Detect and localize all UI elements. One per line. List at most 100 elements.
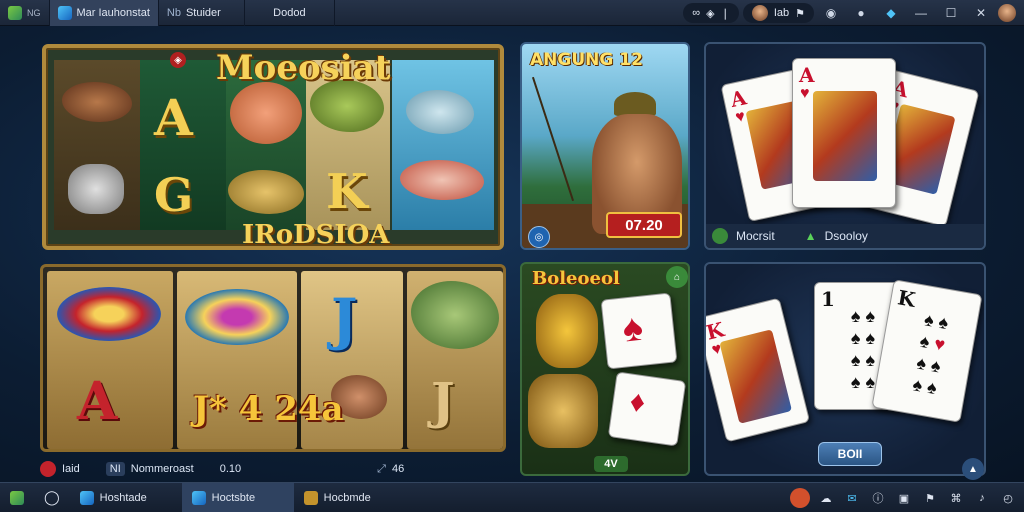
shield-icon[interactable] — [790, 488, 810, 508]
search-pill[interactable]: ∞ ◈ ❘ — [683, 3, 739, 23]
slot-letter-j: J — [431, 371, 455, 430]
lock-icon[interactable]: ⌂ — [666, 266, 688, 288]
playing-card: ♠ — [600, 292, 678, 370]
taskbar-item[interactable]: Hocbmde — [294, 483, 406, 512]
diving-helmet-icon — [68, 164, 124, 214]
wild-symbol-icon — [57, 287, 161, 341]
slot-letter-g: G — [154, 168, 194, 222]
window-icon[interactable]: ▣ — [894, 488, 914, 508]
game-tile-card-battle[interactable]: Boleoeol ⌂ ♠ ♦ 4V — [520, 262, 690, 476]
maximize-icon[interactable]: ☐ — [938, 3, 964, 23]
taskbar-item-label: Hoctsbte — [211, 491, 256, 504]
hot-badge-icon: ◈ — [170, 52, 186, 68]
wild-symbol-icon — [185, 289, 289, 345]
game-title: ANGUNG 12 — [530, 50, 643, 70]
window-icon — [57, 5, 72, 20]
heart-icon: ♥ — [733, 107, 747, 127]
notification-icon[interactable]: ◆ — [878, 3, 904, 23]
flag-icon[interactable]: ⚑ — [920, 488, 940, 508]
window-title-bar: NG Mar Iauhonstat Nb Stuider Dodod ∞ ◈ ❘… — [0, 0, 1024, 26]
footer-label: Dsooloy — [824, 229, 868, 243]
playing-card: A ♥ — [792, 58, 896, 208]
clock-icon[interactable]: ◴ — [998, 488, 1018, 508]
tab-mar[interactable]: Mar Iauhonstat — [49, 0, 159, 26]
score-badge: 07.20 — [606, 212, 682, 238]
taskbar-item[interactable]: Hoshtade — [70, 483, 182, 512]
slot-letter-a: A — [77, 371, 118, 432]
info-icon[interactable]: ◎ — [528, 226, 550, 248]
info-label: Nommeroast — [130, 463, 194, 475]
chat-icon[interactable]: ✉ — [842, 488, 862, 508]
tab-label: Mar Iauhonstat — [76, 6, 150, 19]
game-tile-cards-bottom[interactable]: K ♥ 1 ♠ ♠ ♠ ♠ ♠ ♠ ♠ ♠ K ♠ ♠ ♠ ♥ ♠ ♠ ♠ ♠ BOII — [704, 262, 986, 476]
sound-icon: ❘ — [720, 7, 730, 20]
card-pips: ♠ ♠ ♠ ♥ ♠ ♠ ♠ ♠ — [911, 309, 950, 399]
tab-label: Stuider — [185, 6, 221, 19]
expand-icon[interactable]: ⤢ — [377, 463, 386, 476]
start-icon — [10, 490, 24, 505]
slot-reel: J — [407, 271, 503, 449]
chat-button[interactable]: ◯ — [34, 483, 70, 512]
avatar — [751, 5, 768, 21]
tile-footer: Mocrsit ▲ Dsooloy — [706, 224, 984, 248]
taskbar-item-label: Hocbmde — [323, 491, 371, 504]
game-subtitle: IRoDSIOA — [242, 220, 390, 250]
hot-icon — [40, 461, 56, 477]
card-rank-a: A — [799, 63, 815, 87]
chat-icon: ◯ — [44, 489, 60, 505]
fish-symbol-icon — [411, 281, 499, 349]
system-tray: ☁ ✉ ⓘ ▣ ⚑ ⌘ ♪ ◴ — [790, 483, 1018, 512]
link-icon: ∞ — [692, 7, 701, 19]
taskbar: ◯ Hoshtade Hoctsbte Hocbmde ☁ ✉ ⓘ ▣ ⚑ ⌘ … — [0, 482, 1024, 512]
game-tile-fisherman[interactable]: ANGUNG 12 07.20 ◎ — [520, 42, 690, 250]
close-icon[interactable]: ✕ — [968, 3, 994, 23]
slot-reel: A G — [140, 60, 226, 230]
app-menu[interactable]: NG — [0, 0, 50, 26]
taskbar-item[interactable]: Hoctsbte — [181, 482, 294, 512]
slot-letter-j: J — [331, 287, 358, 353]
user-name: Iab — [773, 7, 790, 19]
bank-icon: NI — [105, 462, 125, 476]
game-tile-fish-slot[interactable]: A G K ◈ Moeosiat IRoDSIOA — [42, 44, 504, 250]
network-icon[interactable]: ⌘ — [946, 488, 966, 508]
volume-icon[interactable]: ♪ — [972, 488, 992, 508]
game-tile-letter-slot[interactable]: A J J J* 4 24a — [40, 264, 506, 452]
fisherman-hat — [614, 92, 656, 116]
record-icon[interactable]: ● — [848, 3, 874, 23]
fishing-rod — [531, 76, 575, 202]
user-pill[interactable]: Iab ⚑ — [742, 3, 814, 23]
minimize-icon[interactable]: — — [908, 3, 934, 23]
play-button[interactable]: BOII — [818, 442, 882, 466]
window-icon — [79, 490, 94, 505]
tab-label: Dodod — [273, 6, 306, 19]
playing-card: ♦ — [607, 371, 687, 447]
footer-label: Mocrsit — [736, 229, 775, 243]
settings-icon[interactable]: ◉ — [818, 3, 844, 23]
win-amount: J* 4 24a — [193, 389, 344, 429]
card-face-art — [813, 91, 877, 181]
flag-icon: ⚑ — [795, 7, 805, 20]
status-icon — [712, 228, 728, 244]
tab-stuider[interactable]: Nb Stuider — [159, 0, 245, 26]
game-icon — [303, 490, 318, 505]
taskbar-item-label: Hoshtade — [99, 491, 147, 504]
slot-reel: A — [47, 271, 173, 449]
profile-avatar[interactable] — [998, 4, 1016, 22]
treasure-basket-icon — [528, 374, 598, 448]
info-icon[interactable]: ⓘ — [868, 488, 888, 508]
start-button[interactable] — [0, 483, 34, 512]
window-icon — [191, 490, 206, 505]
game-tile-cards-top[interactable]: A ♥ A ♥ A ♥ Mocrsit ▲ Dsooloy — [704, 42, 986, 250]
app-abbrev: NG — [27, 7, 41, 18]
cloud-icon[interactable]: ☁ — [816, 488, 836, 508]
fish-symbol-icon — [406, 90, 474, 134]
fish-symbol-icon — [62, 82, 132, 122]
salmon-icon — [400, 160, 484, 200]
tab-dodod[interactable]: Dodod — [245, 0, 335, 26]
heart-icon: ♦ — [627, 384, 648, 420]
scroll-up-icon[interactable]: ▲ — [962, 458, 984, 480]
water-drop-icon: ◈ — [706, 7, 715, 20]
fish-symbol-icon — [228, 170, 304, 214]
slot-info-bar: Iaid NI Nommeroast 0.10 ⤢ 46 — [40, 458, 506, 480]
app-logo-icon — [8, 5, 22, 20]
